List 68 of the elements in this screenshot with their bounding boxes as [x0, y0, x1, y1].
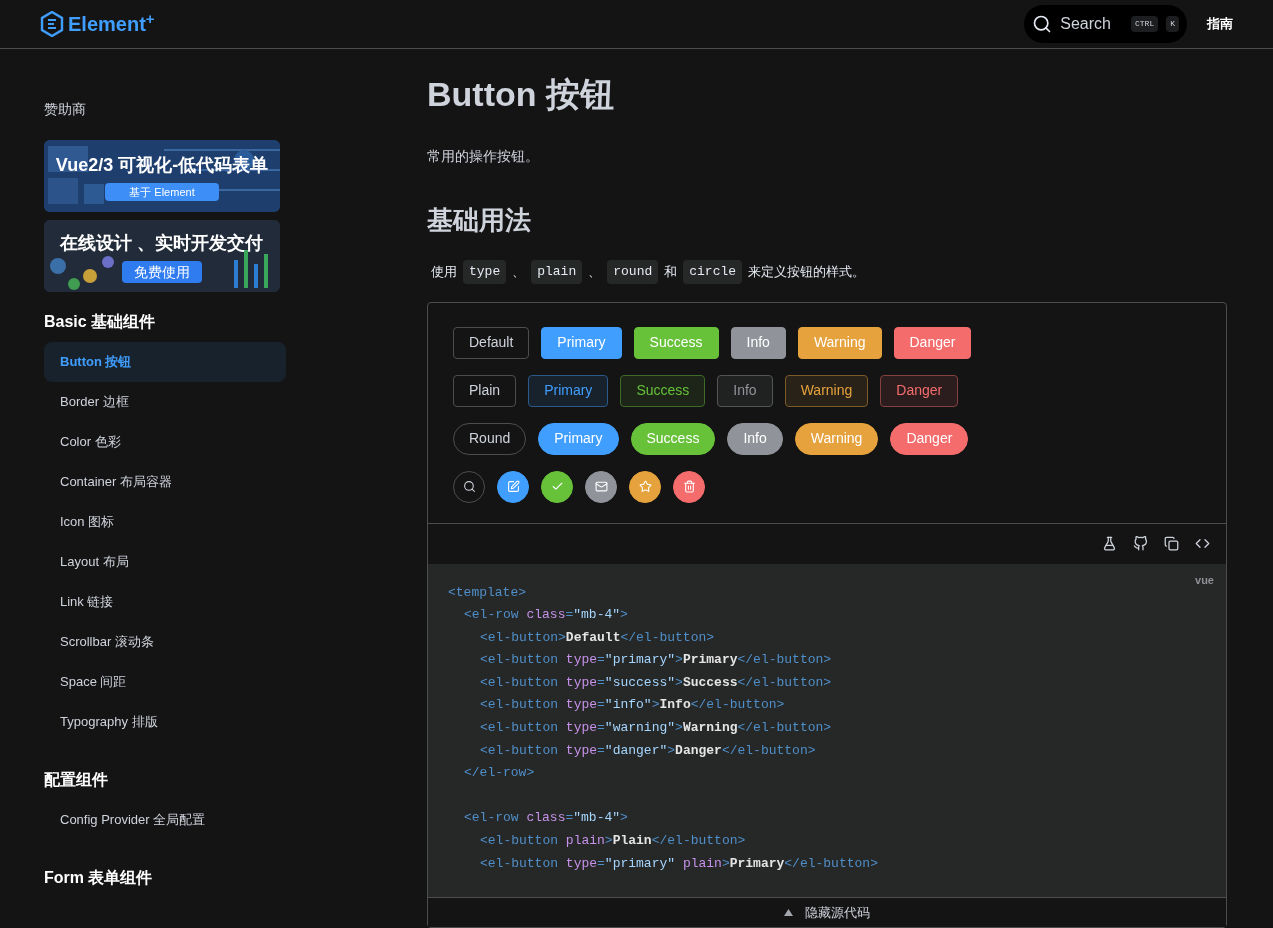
search-icon	[462, 480, 476, 493]
trash-icon	[682, 480, 696, 493]
banner-title: Vue2/3 可视化-低代码表单	[55, 153, 269, 177]
sidebar-item[interactable]: Scrollbar 滚动条	[44, 622, 286, 662]
key-hint: CTRL	[1131, 16, 1159, 32]
sponsor-title: 赞助商	[44, 100, 87, 119]
circle-button[interactable]	[585, 470, 617, 503]
hide-source-button[interactable]: 隐藏源代码	[428, 897, 1226, 927]
caret-up-icon	[784, 909, 793, 916]
demo-button[interactable]: Danger	[880, 374, 959, 407]
circle-button[interactable]	[541, 470, 573, 503]
logo-text[interactable]: Element$^{+}$	[68, 9, 155, 39]
sidebar-item[interactable]: Color 色彩	[44, 422, 286, 462]
code-line: <template>	[448, 583, 526, 602]
demo-button[interactable]: Success	[620, 374, 706, 407]
page-description: 常用的操作按钮。	[427, 147, 540, 166]
sidebar-item[interactable]: Link 链接	[44, 582, 286, 622]
code-icon[interactable]	[1195, 536, 1210, 551]
code-line: <el-row class="mb-4">	[464, 809, 628, 828]
nav-link[interactable]: 指南	[1207, 14, 1233, 34]
sidebar-item[interactable]: Container 布局容器	[44, 462, 286, 502]
code-line: <el-button plain>Plain</el-button>	[480, 832, 746, 851]
copy-icon[interactable]	[1164, 536, 1179, 551]
sidebar-item[interactable]: Button 按钮	[44, 342, 286, 382]
sidebar-item[interactable]: Typography 排版	[44, 702, 286, 742]
sidebar-group-title: 配置组件	[44, 770, 109, 790]
code-line: <el-button>Default</el-button>	[480, 628, 715, 647]
sponsor-banner[interactable]: Vue2/3 可视化-低代码表单 基于 Element	[44, 140, 280, 212]
circle-button[interactable]	[629, 470, 661, 503]
sidebar-item[interactable]: Space 间距	[44, 662, 286, 702]
sidebar-item[interactable]: Config Provider 全局配置	[44, 800, 286, 840]
search-icon	[1032, 14, 1053, 34]
code-line: <el-button type="warning">Warning</el-button>	[480, 719, 832, 738]
code-line: <el-row class="mb-4">	[464, 606, 628, 625]
code-line: <el-button type="info">Info</el-button>	[480, 696, 785, 715]
banner-button[interactable]: 免费使用	[122, 260, 202, 283]
sponsor-banner[interactable]: 在线设计 、实时开发交付 免费使用	[44, 220, 280, 292]
code-line: <el-button type="primary" plain>Primary</el-button>	[480, 854, 878, 873]
circle-button[interactable]	[673, 470, 705, 503]
logo-icon	[40, 11, 64, 37]
code-line: <el-button type="danger">Danger</el-button>	[480, 741, 816, 760]
code-language: vue	[1195, 572, 1214, 588]
search-button[interactable]: Search CTRL K	[1024, 5, 1187, 43]
code-line: <el-button type="success">Success</el-button>	[480, 673, 832, 692]
page-title: Button 按钮	[427, 74, 615, 115]
demo-button[interactable]: Info	[717, 374, 773, 407]
star-icon	[638, 480, 652, 493]
edit-icon	[506, 480, 520, 493]
check-icon	[550, 480, 564, 493]
demo-button[interactable]: Default	[453, 326, 530, 359]
intro-text: 使用 type 、 plain 、 round 和 circle 来定义按钮的样式。	[427, 260, 1227, 284]
circle-button[interactable]	[497, 470, 529, 503]
code-line: <el-button type="primary">Primary</el-button>	[480, 651, 832, 670]
sidebar-group-title: Basic 基础组件	[44, 312, 157, 332]
github-icon[interactable]	[1133, 536, 1148, 551]
sidebar-group-title: Form 表单组件	[44, 868, 154, 888]
sidebar-item[interactable]: Icon 图标	[44, 502, 286, 542]
section-title: 基础用法	[427, 204, 532, 237]
flask-icon[interactable]	[1102, 536, 1117, 551]
key-hint: K	[1166, 16, 1179, 32]
demo-button[interactable]: Warning	[784, 374, 869, 407]
banner-title: 在线设计 、实时开发交付	[60, 231, 264, 255]
sidebar-item[interactable]: Layout 布局	[44, 542, 286, 582]
demo-button[interactable]: Primary	[528, 374, 609, 407]
demo-button[interactable]: Plain	[453, 374, 517, 407]
sidebar-item[interactable]: Border 边框	[44, 382, 286, 422]
code-line: </el-row>	[464, 764, 535, 783]
mail-icon	[594, 480, 608, 493]
